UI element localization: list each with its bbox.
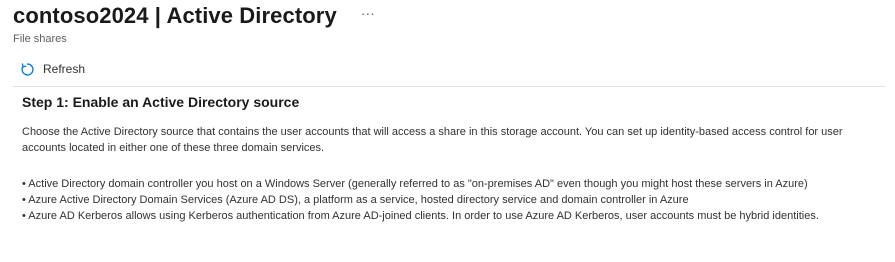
more-options-button[interactable]: ··· — [361, 6, 375, 20]
step-content: Choose the Active Directory source that … — [22, 124, 852, 224]
domain-services-list: • Active Directory domain controller you… — [22, 176, 852, 224]
page-title: contoso2024 | Active Directory — [13, 3, 337, 28]
refresh-icon — [20, 62, 35, 77]
list-item: • Active Directory domain controller you… — [22, 178, 808, 190]
list-item: • Azure Active Directory Domain Services… — [22, 194, 689, 206]
list-item: • Azure AD Kerberos allows using Kerbero… — [22, 210, 819, 222]
title-row: contoso2024 | Active Directory ··· — [13, 3, 375, 29]
refresh-label: Refresh — [43, 62, 86, 76]
refresh-button[interactable]: Refresh — [20, 62, 85, 77]
step-description: Choose the Active Directory source that … — [22, 126, 843, 154]
section-heading: Step 1: Enable an Active Directory sourc… — [22, 94, 300, 110]
page-subtitle: File shares — [13, 33, 67, 45]
toolbar-divider — [13, 86, 885, 87]
page: contoso2024 | Active Directory ··· File … — [0, 0, 895, 262]
